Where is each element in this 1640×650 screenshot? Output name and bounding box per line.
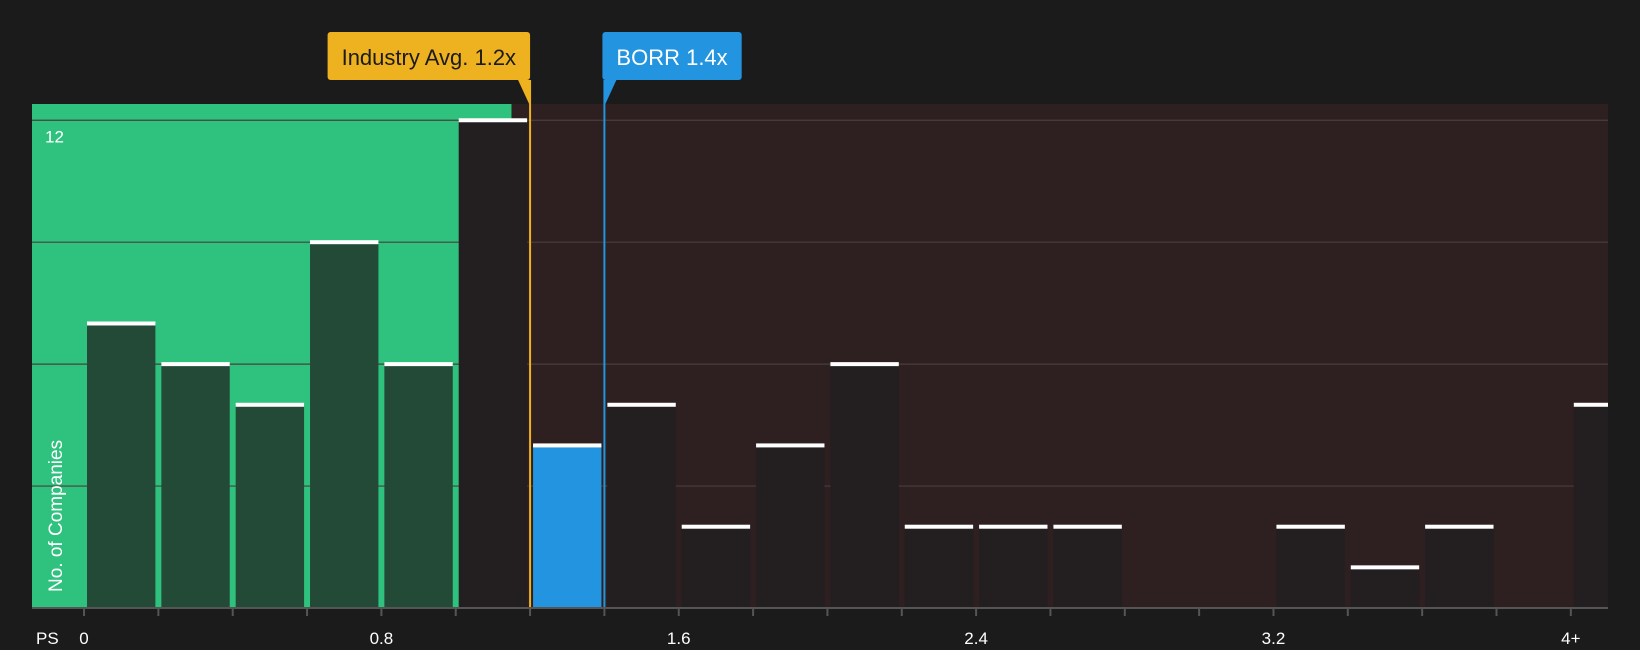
ps-distribution-chart: 12 Industry Avg. 1.2x BORR 1.4x 0 0.8 1.6 2.… <box>32 32 1608 648</box>
histogram-bar <box>681 526 751 608</box>
histogram-bar <box>1276 526 1345 608</box>
bar-cap <box>607 402 676 407</box>
histogram-bar <box>533 445 602 608</box>
bar-cap <box>384 362 453 367</box>
bar-cap <box>161 362 230 367</box>
histogram-bar <box>1350 567 1420 608</box>
bar-cap <box>458 118 528 123</box>
histogram-bar <box>756 445 825 608</box>
histogram-bar <box>1053 526 1122 608</box>
marker-callout-pointer <box>604 80 617 106</box>
x-axis-title: PS <box>36 629 59 648</box>
marker-callout-label: Industry Avg. 1.2x <box>342 45 516 70</box>
y-axis-title: No. of Companies <box>46 440 67 592</box>
x-tick-label: 1.6 <box>667 629 691 648</box>
x-tick-label: 2.4 <box>964 629 988 648</box>
bar-cap <box>235 402 305 407</box>
x-tick-label: 0.8 <box>370 629 394 648</box>
bar-cap <box>830 362 899 367</box>
histogram-bar <box>310 242 379 608</box>
x-tick-label: 4+ <box>1561 629 1580 648</box>
bar-cap <box>756 443 825 448</box>
histogram-bar <box>607 404 676 608</box>
bar-cap <box>1350 565 1420 570</box>
histogram-bar <box>1425 526 1494 608</box>
histogram-bar <box>830 364 899 608</box>
bar-cap <box>1053 524 1122 529</box>
bar-cap <box>87 321 156 326</box>
histogram-bar <box>161 364 230 608</box>
x-tick-label: 3.2 <box>1262 629 1286 648</box>
bar-cap <box>681 524 751 529</box>
histogram-bar <box>1573 404 1608 608</box>
histogram-bar <box>87 323 156 608</box>
bar-cap <box>1573 402 1608 407</box>
bar-cap <box>904 524 974 529</box>
histogram-bar <box>384 364 453 608</box>
bar-cap <box>1276 524 1345 529</box>
y-tick-label: 12 <box>45 127 64 146</box>
histogram-bar <box>904 526 974 608</box>
x-axis: 0 0.8 1.6 2.4 3.2 4+ <box>32 607 1608 648</box>
histogram-bar <box>458 120 528 609</box>
bar-cap <box>533 443 602 448</box>
bar-cap <box>1425 524 1494 529</box>
histogram-bar <box>235 404 305 608</box>
marker-callout-pointer <box>518 80 531 106</box>
marker-callout-label: BORR 1.4x <box>616 45 727 70</box>
x-tick-label: 0 <box>79 629 88 648</box>
bar-cap <box>979 524 1048 529</box>
histogram-bar <box>979 526 1048 608</box>
bar-cap <box>310 240 379 245</box>
